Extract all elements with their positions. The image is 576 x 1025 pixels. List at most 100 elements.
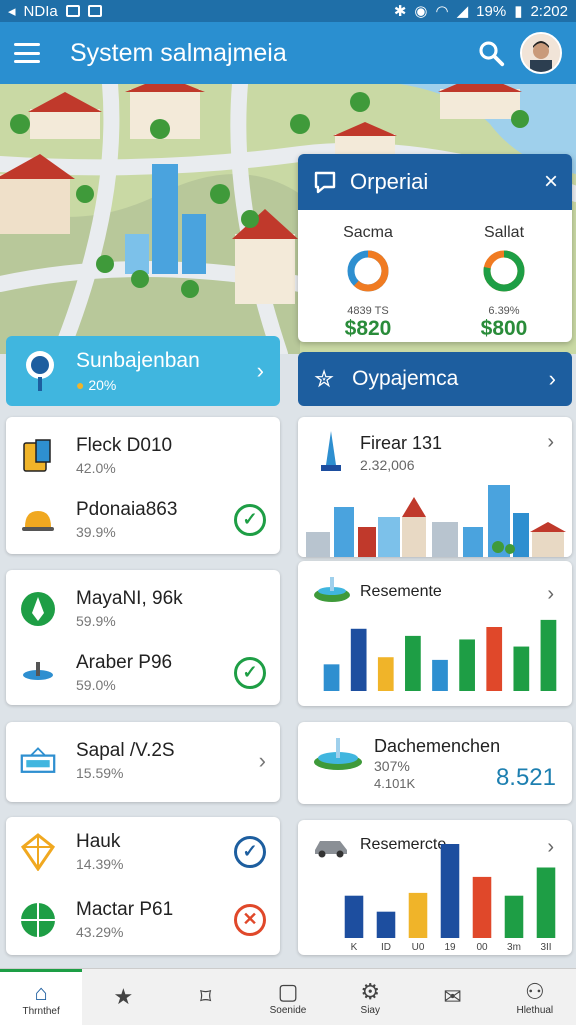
chart-bar: [344, 895, 364, 938]
mail-icon: ✉: [443, 984, 462, 1009]
card-fleck[interactable]: Fleck D010 42.0% Pdonaia863 39.9% ✓: [6, 417, 280, 554]
card-maya[interactable]: MayaNI, 96k 59.9% Araber P96 59.0% ✓: [6, 570, 280, 705]
nav-item-square[interactable]: ▢ Soenide: [247, 969, 329, 1025]
chat-icon: [314, 171, 336, 194]
stat-right-label: Sallat: [483, 224, 525, 241]
stat-right-sub: 6.39%: [488, 305, 520, 317]
item-name: Araber P96: [76, 652, 173, 673]
chart-bar: [504, 895, 524, 938]
cell-icon: ◢: [456, 3, 469, 20]
avatar[interactable]: [520, 32, 562, 74]
chart-bar: [472, 876, 492, 938]
stat-left-sub: 4839 TS: [347, 305, 389, 317]
chevron-right-icon[interactable]: ›: [259, 748, 266, 774]
thumb-icon: ●: [76, 377, 85, 393]
tower-icon: [321, 431, 341, 471]
item-name: Mactar P61: [76, 899, 174, 920]
item-percent: 43.29%: [76, 924, 124, 940]
chevron-right-icon: ›: [548, 366, 556, 391]
list-item[interactable]: Mactar P61 43.29% ✕: [20, 899, 266, 940]
popup-header: Orperiai ×: [298, 154, 572, 210]
stat-left: Sacma 4839 TS $820: [308, 224, 428, 341]
bottom-nav: ⌂ Thrnthef ★ ⌑ ▢ Soenide ⚙ Siay ✉ ⚇ Hlethual: [0, 968, 576, 1025]
stat-right-value: $800: [480, 317, 528, 340]
item-percent: 15.59%: [76, 765, 124, 781]
list-item[interactable]: Hauk 14.39% ✓: [20, 831, 266, 872]
search-icon[interactable]: [476, 38, 506, 68]
chart-tick-label: 3m: [507, 942, 521, 952]
chart-bar: [459, 639, 475, 691]
chart-tick-label: 00: [476, 942, 488, 952]
nav-item-gear[interactable]: ⚙ Siay: [329, 969, 411, 1025]
chart-tick-label: 19: [444, 942, 456, 952]
chart-bar: [540, 619, 557, 691]
star-icon: ✮: [314, 365, 335, 393]
chevron-right-icon: ›: [256, 358, 264, 383]
list-item[interactable]: Araber P96 59.0% ✓: [20, 652, 266, 693]
battery-icon: ▮: [514, 3, 523, 20]
carrier-text: NDIa: [23, 2, 58, 20]
item-percent: 59.9%: [76, 613, 116, 629]
alarm-icon: ◉: [414, 3, 428, 20]
card-firear[interactable]: Firear 131 2.32,006 ›: [298, 417, 572, 557]
nav-item-star[interactable]: ★: [82, 969, 164, 1025]
nav-item-bookmark[interactable]: ⌑: [165, 969, 247, 1025]
check-icon[interactable]: ✓: [234, 835, 266, 868]
card-resemente[interactable]: Resemente ›: [298, 561, 572, 706]
list-item[interactable]: Pdonaia863 39.9% ✓: [20, 499, 266, 540]
app-icon: [87, 5, 102, 17]
card-value: 8.521: [495, 764, 556, 791]
bar-chart: [323, 619, 557, 691]
chevron-right-icon[interactable]: ›: [547, 583, 554, 606]
card-dachemenchen[interactable]: Dachemenchen 307% 4.101K 8.521: [298, 722, 572, 804]
chart-bar: [432, 659, 448, 691]
card-hauk[interactable]: Hauk 14.39% ✓ Mactar P61 43.29% ✕: [6, 817, 280, 955]
stat-left-label: Sacma: [343, 224, 393, 241]
item-percent: 39.9%: [76, 524, 116, 540]
nav-label: Siay: [360, 1004, 380, 1016]
list-item[interactable]: MayaNI, 96k 59.9%: [20, 588, 266, 629]
chart-tick-label: 3II: [540, 942, 551, 952]
nav-item-mail[interactable]: ✉: [411, 969, 493, 1025]
fountain-icon: [314, 738, 362, 770]
menu-icon[interactable]: [14, 43, 40, 63]
chart-bar: [486, 627, 503, 691]
chart-tick-label: K: [351, 942, 358, 952]
calculator-icon: [20, 438, 56, 474]
check-icon[interactable]: ✓: [234, 656, 266, 689]
close-icon[interactable]: ×: [544, 168, 558, 196]
star-icon: ★: [113, 984, 134, 1009]
user-icon: ⚇: [524, 978, 545, 1004]
check-icon[interactable]: ✓: [234, 503, 266, 536]
battery-text: 19%: [476, 2, 507, 20]
fountain-icon: [314, 577, 350, 602]
nav-item-home[interactable]: ⌂ Thrnthef: [0, 969, 83, 1025]
sign-icon: [20, 743, 56, 779]
fountain-icon: [20, 655, 56, 691]
chart-title: Resemente: [360, 583, 442, 600]
kite-icon: [20, 832, 56, 871]
nav-item-user[interactable]: ⚇ Hlethual: [494, 969, 576, 1025]
card-sub: 307%: [374, 758, 410, 774]
cancel-icon[interactable]: ✕: [234, 903, 266, 936]
chart-bar: [323, 664, 340, 691]
chart-tick-label: ID: [381, 942, 391, 952]
chevron-right-icon[interactable]: ›: [547, 431, 554, 454]
chart-bar: [377, 657, 394, 691]
item-name: Pdonaia863: [76, 499, 178, 520]
chart-bar: [405, 635, 421, 691]
item-percent: 42.0%: [76, 460, 116, 476]
nav-label: Soenide: [269, 1004, 307, 1016]
banner-oypajemca[interactable]: ✮ Oypajemca ›: [298, 352, 572, 406]
chart-bar: [376, 911, 396, 938]
list-item[interactable]: Fleck D010 42.0%: [20, 435, 266, 476]
card-resemercte[interactable]: Resemercte › K ID U0 19 00 3m 3II: [298, 820, 572, 955]
banner-sunbajenban[interactable]: Sunbajenban ● 20% ›: [6, 336, 280, 406]
card-sapal[interactable]: Sapal /V.2S 15.59% ›: [6, 722, 280, 802]
square-icon: ▢: [277, 978, 299, 1004]
home-icon: ⌂: [34, 980, 48, 1005]
signal-icon: ◂: [8, 3, 16, 20]
item-percent: 14.39%: [76, 856, 124, 872]
card-sub: 2.32,006: [360, 457, 415, 473]
list-item[interactable]: Sapal /V.2S 15.59% ›: [20, 740, 266, 781]
